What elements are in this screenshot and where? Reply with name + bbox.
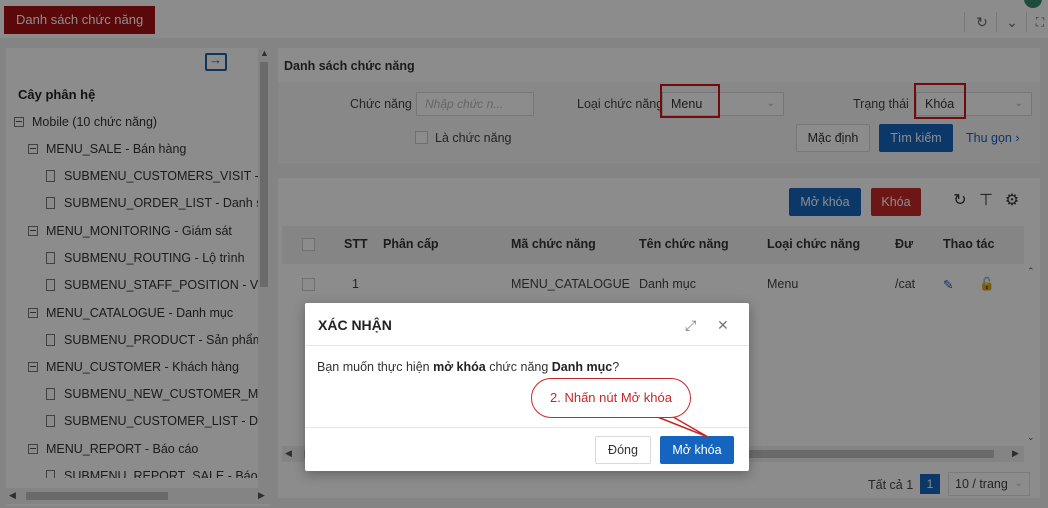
expand-icon[interactable]: ⤢ <box>685 317 696 334</box>
dialog-divider <box>305 345 749 346</box>
dialog-message: Bạn muốn thực hiện mở khóa chức năng Dan… <box>317 360 620 374</box>
dialog-title: XÁC NHẬN <box>318 317 392 333</box>
confirm-unlock-button[interactable]: Mở khóa <box>660 436 734 464</box>
dialog-divider <box>305 427 749 428</box>
close-icon[interactable]: ✕ <box>717 317 729 334</box>
close-button[interactable]: Đóng <box>595 436 651 464</box>
instruction-callout: 2. Nhấn nút Mở khóa <box>531 378 691 418</box>
